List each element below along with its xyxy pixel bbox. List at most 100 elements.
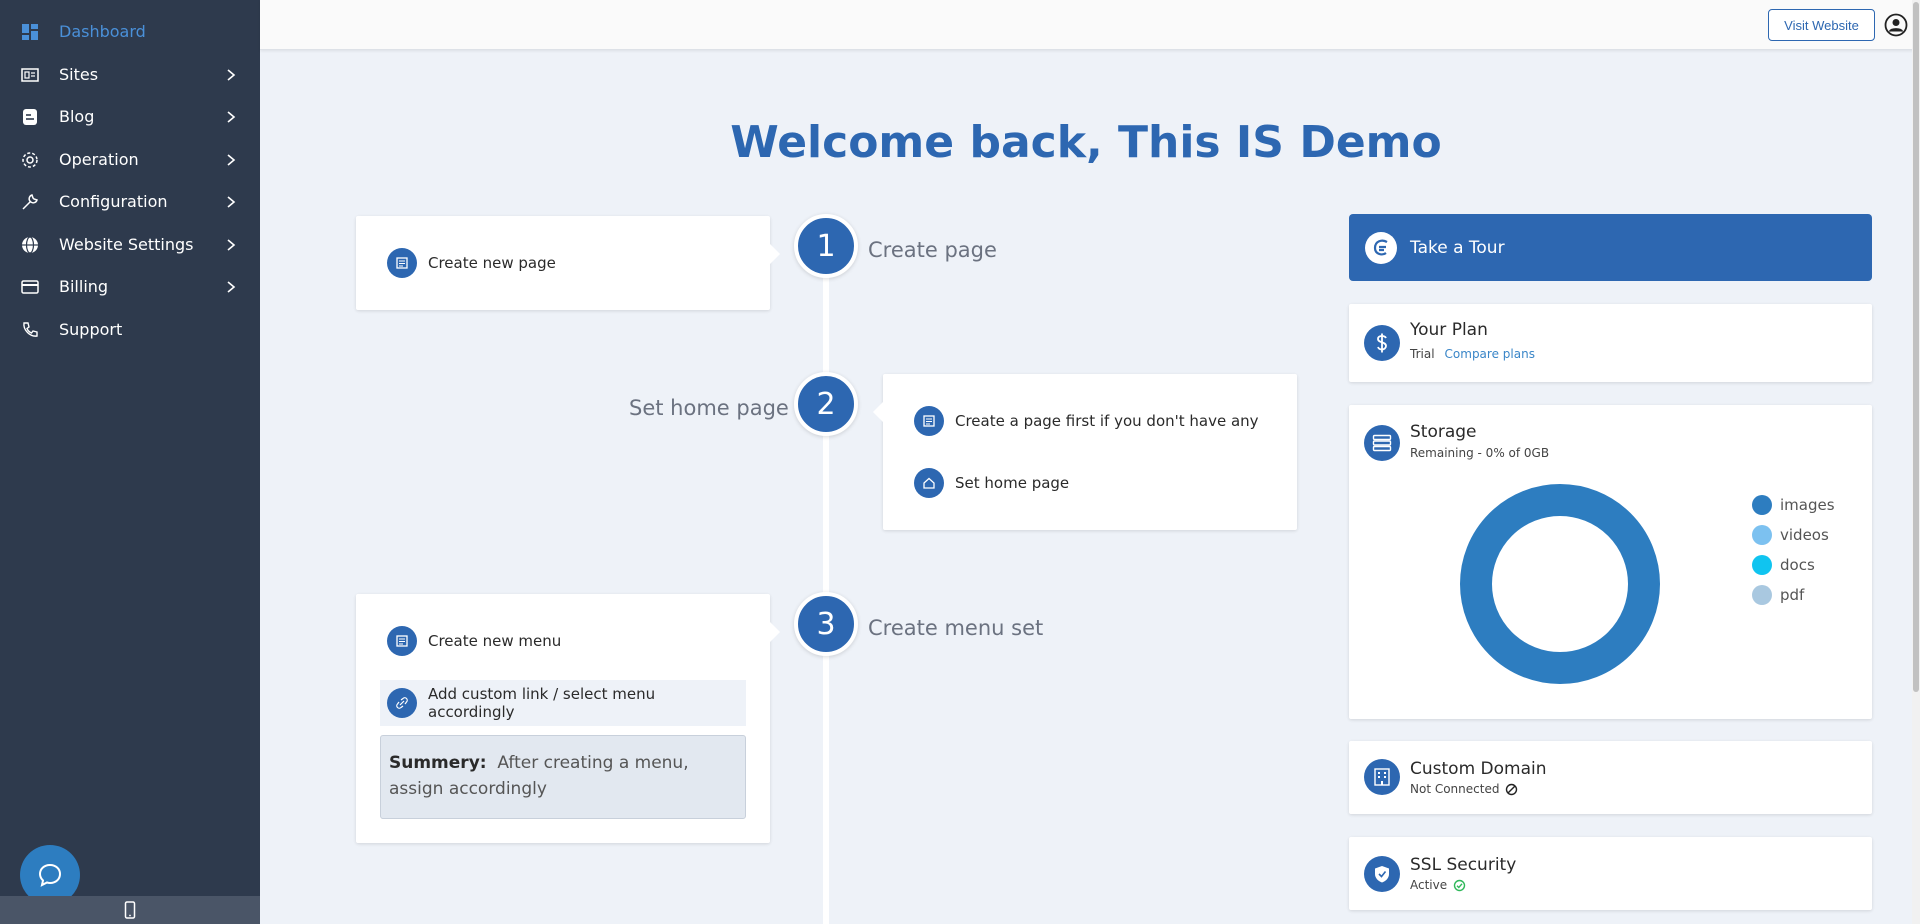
chevron-right-icon [227,281,236,293]
compare-plans-link[interactable]: Compare plans [1445,346,1535,362]
not-connected-icon [1506,783,1518,795]
sidebar-item-label: Support [59,320,123,339]
legend-swatch [1752,555,1772,575]
page-icon [387,248,417,278]
plan-name: Trial [1410,347,1435,361]
storage-title: Storage [1410,422,1477,442]
create-new-menu-task[interactable]: Create new menu [387,626,561,656]
sidebar-item-configuration[interactable]: Configuration [0,182,260,222]
donut-slice-images[interactable] [1460,484,1660,684]
add-custom-link-task[interactable]: Add custom link / select menu accordingl… [380,680,746,726]
visit-website-button[interactable]: Visit Website [1768,9,1875,41]
task-label: Set home page [955,474,1070,492]
sidebar-item-blog[interactable]: Blog [0,97,260,137]
legend-swatch [1752,525,1772,545]
task-label: Create new menu [428,632,562,650]
create-page-first-task[interactable]: Create a page first if you don't have an… [914,406,1259,436]
sidebar-item-label: Blog [59,107,95,126]
dollar-icon [1364,325,1400,361]
ssl-title: SSL Security [1410,855,1517,875]
link-icon [387,688,417,718]
plan-card: Your Plan Trial Compare plans [1349,304,1872,382]
sites-icon [21,68,39,82]
legend-swatch [1752,495,1772,515]
custom-domain-title: Custom Domain [1410,759,1547,779]
shield-icon [1364,856,1400,892]
step-1-number: 1 [794,214,858,278]
chevron-right-icon [227,111,236,123]
custom-domain-card: Custom Domain Not Connected [1349,741,1872,814]
storage-card: Storage Remaining - 0% of 0GB images vid… [1349,405,1872,719]
tour-logo-icon [1365,232,1397,264]
storage-icon [1364,425,1400,461]
custom-domain-status-row: Not Connected [1410,781,1518,797]
legend-label: images [1780,496,1835,514]
building-icon [1364,759,1400,795]
blog-icon [23,109,37,125]
storage-donut-chart [1460,484,1660,684]
ssl-security-card: SSL Security Active [1349,837,1872,910]
legend-label: pdf [1780,586,1805,604]
task-label: Create a page first if you don't have an… [955,412,1259,430]
storage-subtitle: Remaining - 0% of 0GB [1410,446,1550,460]
globe-icon [22,236,38,254]
sidebar-item-operation[interactable]: Operation [0,140,260,180]
step-2-title: Set home page [629,396,789,420]
sidebar-item-label: Billing [59,277,109,296]
sidebar-item-dashboard[interactable]: Dashboard [0,12,260,52]
mobile-icon [124,901,136,919]
summary-label: Summery: [389,753,487,773]
ssl-status-row: Active [1410,877,1466,893]
step-1-title: Create page [868,238,997,262]
user-account-icon[interactable] [1884,13,1908,37]
step-3-number: 3 [794,592,858,656]
topbar [260,0,1920,50]
device-toggle[interactable] [0,896,260,924]
sidebar-item-website-settings[interactable]: Website Settings [0,225,260,265]
step-2-card: Create a page first if you don't have an… [873,374,1297,530]
page-icon [387,626,417,656]
chevron-right-icon [227,154,236,166]
set-home-page-task[interactable]: Set home page [914,468,1069,498]
legend-swatch [1752,585,1772,605]
create-new-page-task[interactable]: Create new page [387,248,556,278]
timeline-line [823,245,829,924]
wrench-icon [22,194,38,210]
chevron-right-icon [227,196,236,208]
sidebar-item-label: Sites [59,65,99,84]
plan-row: Trial Compare plans [1410,346,1535,362]
step-1-card: Create new page [356,216,780,310]
chevron-right-icon [227,69,236,81]
sidebar-item-sites[interactable]: Sites [0,55,260,95]
ssl-status: Active [1410,878,1448,892]
legend-item-pdf[interactable]: pdf [1752,585,1804,605]
task-label: Create new page [428,254,556,272]
scrollbar-thumb[interactable] [1913,2,1919,692]
legend-label: docs [1780,556,1815,574]
chat-icon [38,863,62,887]
credit-card-icon [21,280,39,294]
legend-item-videos[interactable]: videos [1752,525,1829,545]
check-circle-icon [1453,879,1466,891]
phone-icon [23,322,38,337]
sidebar-item-label: Dashboard [59,22,146,41]
take-a-tour-button[interactable]: Take a Tour [1349,214,1872,281]
home-icon [914,468,944,498]
welcome-heading: Welcome back, This IS Demo [730,117,1442,168]
sidebar-item-support[interactable]: Support [0,310,260,350]
legend-item-images[interactable]: images [1752,495,1835,515]
plan-title: Your Plan [1410,320,1488,340]
sidebar-item-billing[interactable]: Billing [0,267,260,307]
chevron-right-icon [227,239,236,251]
sidebar-item-label: Configuration [59,192,168,211]
custom-domain-status: Not Connected [1410,782,1500,796]
sidebar: Dashboard Sites Blog Operation Configura… [0,0,260,924]
step-2-number: 2 [794,372,858,436]
task-label: Add custom link / select menu accordingl… [428,685,656,721]
tour-label: Take a Tour [1410,238,1505,258]
gear-icon [22,152,38,168]
legend-item-docs[interactable]: docs [1752,555,1815,575]
summary-box: Summery: After creating a menu, assign a… [380,735,746,819]
page-icon [914,406,944,436]
sidebar-item-label: Website Settings [59,235,194,254]
